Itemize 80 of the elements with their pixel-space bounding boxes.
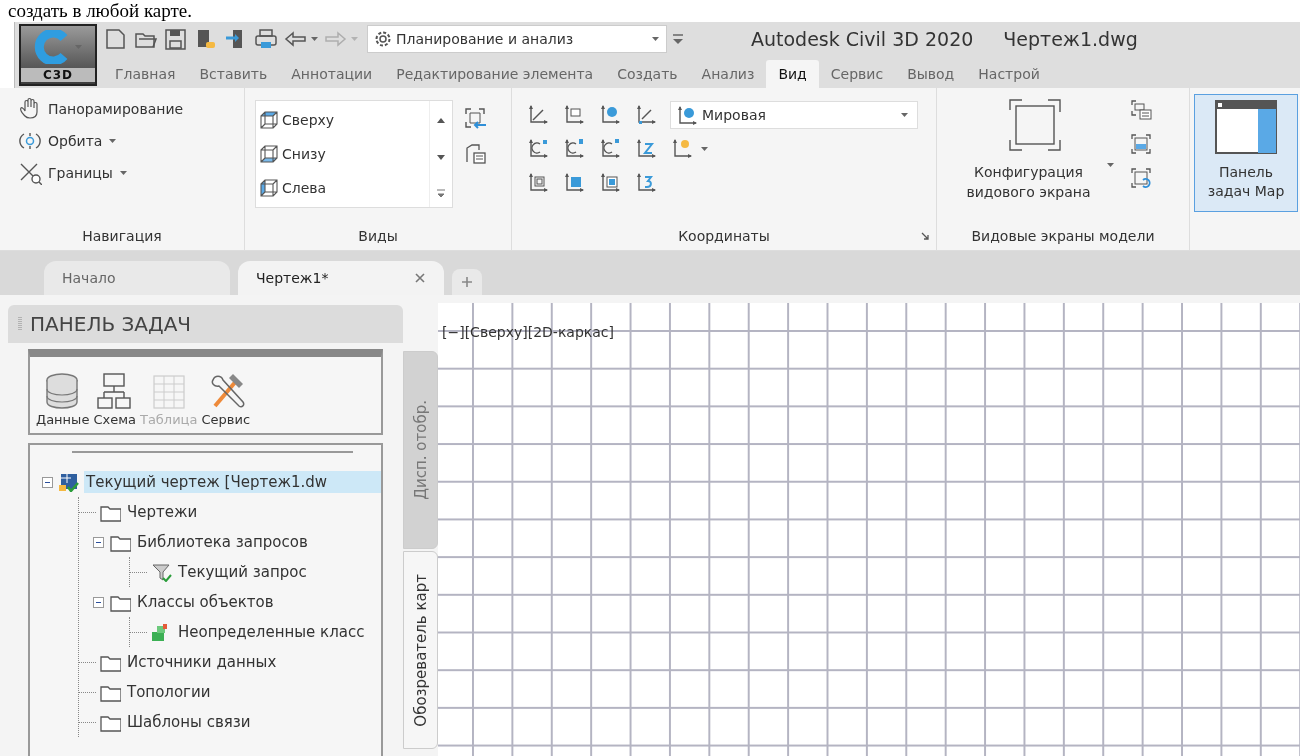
ribbon-tab[interactable]: Вывод	[895, 60, 967, 88]
caret-icon	[118, 170, 128, 176]
tree-item[interactable]: Библиотека запросов	[135, 531, 314, 553]
data-tool-button[interactable]: Данные	[36, 372, 90, 433]
grip-icon[interactable]	[18, 316, 22, 332]
application-menu-button[interactable]: C3D	[19, 24, 97, 86]
cube-icon	[258, 143, 280, 165]
printer-icon	[253, 27, 279, 51]
caret-icon	[1105, 162, 1115, 168]
task-pane-toggle-button[interactable]: Панель задач Map	[1194, 94, 1298, 212]
caret-icon	[651, 36, 660, 42]
collapse-icon[interactable]	[93, 536, 104, 548]
tree-item[interactable]: Шаблоны связи	[125, 711, 257, 733]
view-list-item[interactable]: Слева	[258, 177, 427, 199]
caret-icon	[73, 44, 83, 50]
panel-title: Видовые экраны модели	[971, 228, 1155, 244]
caret-icon	[700, 146, 709, 152]
new-tab-button[interactable]	[452, 269, 482, 295]
tree-item[interactable]: Классы объектов	[135, 591, 280, 613]
viewport-configuration-button[interactable]: Конфигурация видового экрана	[957, 98, 1113, 222]
collapse-icon[interactable]	[93, 596, 104, 608]
schema-tool-button[interactable]: Схема	[93, 372, 136, 433]
panel-title: Навигация	[82, 228, 162, 244]
customize-menu-icon[interactable]	[671, 32, 685, 46]
application-title: Autodesk Civil 3D 2020	[751, 28, 974, 50]
document-text: создать в любой карте.	[7, 0, 194, 22]
viewport-frame-icon	[1008, 98, 1062, 152]
ribbon-tab[interactable]: Настрой	[966, 60, 1052, 88]
workspace-dropdown[interactable]: Планирование и анализ	[367, 25, 667, 53]
ribbon-tab[interactable]: Вставить	[187, 60, 280, 88]
viewport-restore-icon[interactable]	[1129, 166, 1153, 190]
task-pane-title: ПАНЕЛЬ ЗАДАЧ	[30, 312, 192, 336]
orbit-button[interactable]: Орбита	[18, 128, 118, 154]
ribbon-tab[interactable]: Аннотации	[279, 60, 385, 88]
view-list-item[interactable]: Сверху	[258, 109, 427, 131]
caret-icon	[310, 36, 319, 42]
ribbon-tab[interactable]: Вид	[766, 60, 819, 88]
tree-item[interactable]: Топологии	[125, 681, 217, 703]
gear-icon	[374, 30, 392, 48]
collapse-icon[interactable]	[42, 476, 53, 488]
cube-icon	[258, 109, 280, 131]
caret-icon	[350, 36, 359, 42]
view-manager-icon[interactable]	[463, 142, 487, 166]
viewport-join-icon[interactable]	[1129, 132, 1153, 156]
drawing-check-icon	[59, 472, 80, 492]
viewport-controls[interactable]: [−][Сверху][2D-каркас]	[442, 324, 614, 340]
file-title: Чертеж1.dwg	[1003, 28, 1138, 50]
zoom-extents-icon	[18, 161, 42, 185]
ucs-dropdown[interactable]: Мировая	[670, 101, 918, 129]
view-frame-icon[interactable]	[463, 106, 487, 130]
view-list-item[interactable]: Снизу	[258, 143, 427, 165]
tree-item[interactable]: Неопределенные класс	[176, 621, 371, 643]
window-panel-icon	[1214, 99, 1278, 155]
plus-icon	[461, 276, 473, 288]
panel-title: Виды	[358, 228, 398, 244]
tree-item[interactable]: Источники данных	[125, 651, 283, 673]
tree-item[interactable]: Текущий запрос	[176, 561, 313, 583]
ribbon-tab[interactable]: Анализ	[689, 60, 767, 88]
filter-check-icon	[151, 562, 172, 582]
panel-title: Координаты	[678, 228, 770, 244]
close-icon[interactable]	[414, 272, 426, 284]
file-tab[interactable]: Начало	[44, 261, 230, 295]
tree-item[interactable]: Текущий чертеж [Чертеж1.dw	[84, 471, 381, 493]
hierarchy-icon	[95, 372, 134, 410]
dialog-launcher-icon[interactable]	[920, 231, 930, 241]
ribbon-tab[interactable]: Создать	[605, 60, 690, 88]
tools-tool-button[interactable]: Сервис	[201, 372, 251, 433]
caret-icon	[900, 112, 909, 118]
ribbon-tab[interactable]: Главная	[103, 60, 188, 88]
caret-icon	[108, 138, 118, 144]
named-viewports-icon[interactable]	[1129, 98, 1153, 122]
pan-button[interactable]: Панорамирование	[18, 96, 184, 122]
side-tab[interactable]: Обозреватель карт	[403, 551, 438, 749]
file-tab[interactable]: Чертеж1*	[238, 261, 444, 295]
cube-icon	[258, 177, 280, 199]
tree-item[interactable]: Чертежи	[125, 501, 204, 523]
ribbon-tab[interactable]: Сервис	[818, 60, 896, 88]
save-icon	[163, 27, 189, 51]
ribbon-tab[interactable]: Редактирование элемента	[384, 60, 606, 88]
extents-button[interactable]: Границы	[18, 160, 128, 186]
